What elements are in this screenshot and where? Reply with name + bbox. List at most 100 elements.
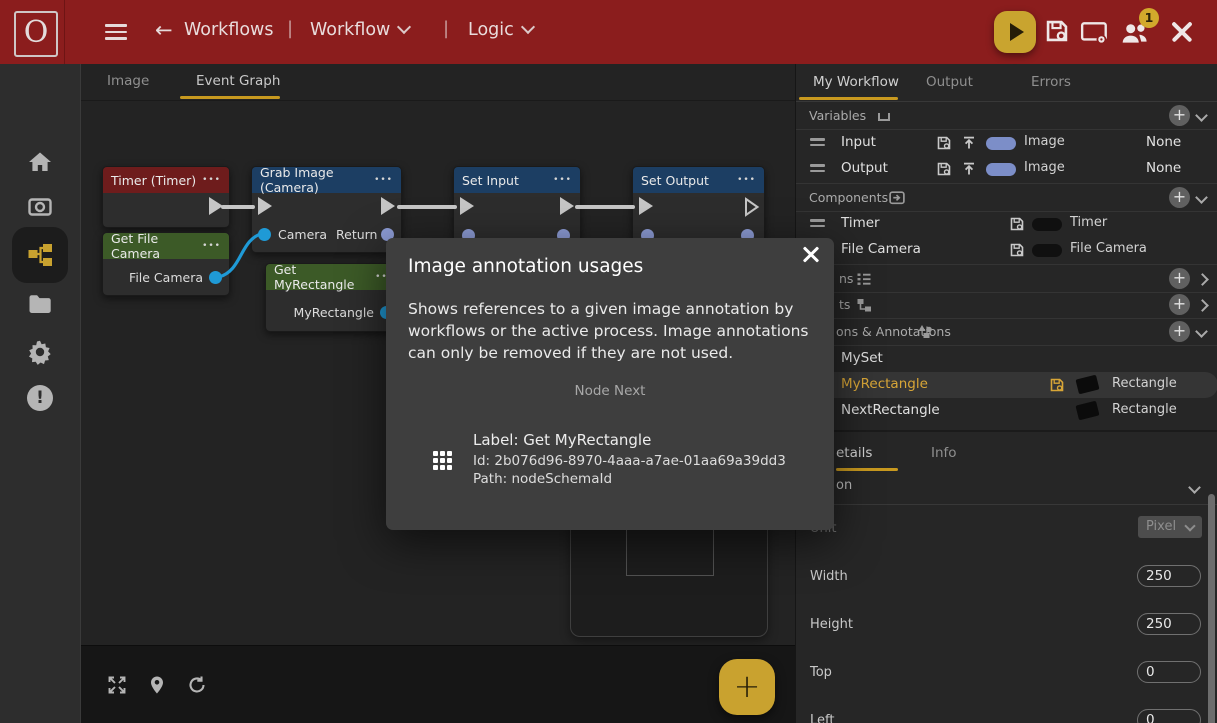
collapse-chevron-icon[interactable]	[1195, 325, 1208, 338]
annotation-row[interactable]: NextRectangle Rectangle	[796, 398, 1217, 424]
tools-close-icon[interactable]	[1170, 20, 1194, 44]
node-get-file-camera[interactable]: Get File Camera••• File Camera	[102, 232, 230, 296]
add-variable-button[interactable]: +	[1169, 105, 1190, 126]
sidebar-item-files-icon[interactable]	[27, 291, 53, 317]
save-link-icon[interactable]	[1049, 377, 1065, 393]
height-input[interactable]	[1137, 613, 1201, 635]
close-icon[interactable]	[800, 244, 822, 266]
exec-out-pin-unconnected[interactable]	[744, 197, 760, 217]
breadcrumb-workflows[interactable]: Workflows	[184, 20, 273, 40]
promote-icon[interactable]	[961, 161, 977, 177]
promote-icon[interactable]	[961, 135, 977, 151]
collapse-chevron-icon[interactable]	[1188, 481, 1201, 494]
section-collapsed-2: ts +	[796, 291, 1217, 319]
variable-value: None	[1146, 134, 1181, 150]
tab-errors[interactable]: Errors	[1031, 74, 1071, 90]
save-link-icon[interactable]	[1009, 216, 1025, 232]
sidebar-item-alerts-icon[interactable]: !	[27, 385, 53, 411]
breadcrumb-workflow-dropdown[interactable]: Workflow	[310, 20, 409, 40]
tab-output[interactable]: Output	[926, 74, 973, 90]
component-row[interactable]: Timer Timer	[796, 211, 1217, 237]
node-menu-icon[interactable]: •••	[202, 175, 221, 185]
left-input[interactable]	[1137, 709, 1201, 723]
tab-my-workflow[interactable]: My Workflow	[813, 74, 899, 90]
exec-out-pin[interactable]	[381, 197, 395, 215]
add-button[interactable]: +	[1169, 294, 1190, 315]
annotation-type: Rectangle	[1112, 376, 1177, 391]
sidebar-item-settings-icon[interactable]	[27, 339, 53, 365]
add-node-button[interactable]: +	[719, 659, 775, 715]
add-button[interactable]: +	[1169, 268, 1190, 289]
canvas-bottom-toolbar: +	[81, 645, 795, 723]
node-menu-icon[interactable]: •••	[737, 175, 756, 185]
collapse-chevron-icon[interactable]	[1195, 109, 1208, 122]
app-logo[interactable]: O	[14, 11, 58, 57]
hamburger-menu-icon[interactable]	[105, 24, 127, 40]
exec-in-pin[interactable]	[258, 197, 272, 215]
sidebar-item-camera-icon[interactable]	[27, 193, 53, 219]
collapse-chevron-icon[interactable]	[1195, 191, 1208, 204]
fit-view-icon[interactable]	[107, 675, 127, 695]
node-timer[interactable]: Timer (Timer) •••	[102, 166, 230, 228]
node-menu-icon[interactable]: •••	[202, 241, 221, 251]
save-link-icon[interactable]	[1044, 18, 1070, 44]
refresh-icon[interactable]	[187, 675, 207, 695]
variable-row[interactable]: Output Image None	[796, 156, 1217, 182]
breadcrumb-logic-dropdown[interactable]: Logic	[468, 20, 533, 40]
add-component-button[interactable]: +	[1169, 187, 1190, 208]
scrollbar[interactable]	[1208, 494, 1215, 723]
node-title: Get MyRectangle	[274, 262, 375, 292]
locate-icon[interactable]	[147, 675, 167, 695]
port-label: Camera	[278, 227, 327, 242]
tab-image[interactable]: Image	[107, 73, 149, 89]
node-get-my-rectangle[interactable]: Get MyRectangle••• MyRectangle	[265, 263, 403, 332]
annotation-row-selected[interactable]: MyRectangle Rectangle	[796, 372, 1217, 398]
node-title: Timer (Timer)	[111, 173, 196, 188]
type-pill	[1032, 244, 1062, 257]
rectangle-shape-icon	[1075, 401, 1099, 421]
divider	[796, 430, 1217, 432]
sidebar-item-workflows-active[interactable]	[12, 227, 68, 283]
unit-select[interactable]: Pixel	[1138, 516, 1202, 538]
variable-row[interactable]: Input Image None	[796, 130, 1217, 156]
section-title-fragment: ts	[839, 297, 850, 312]
wire-timer-to-grab	[221, 205, 255, 209]
tab-event-graph[interactable]: Event Graph	[196, 73, 280, 89]
node-grab-image[interactable]: Grab Image (Camera)••• Camera Return	[251, 166, 402, 253]
exec-in-pin[interactable]	[460, 197, 474, 215]
node-menu-icon[interactable]: •••	[553, 175, 572, 185]
variable-name: Input	[841, 134, 876, 150]
left-label: Left	[810, 713, 834, 723]
wire-setinput-to-setoutput	[575, 205, 635, 209]
dialog-title: Image annotation usages	[408, 256, 643, 277]
expand-chevron-icon[interactable]	[1196, 299, 1209, 312]
component-row[interactable]: File Camera File Camera	[796, 237, 1217, 263]
width-input[interactable]	[1137, 565, 1201, 587]
annotation-set-row[interactable]: MySet	[796, 346, 1217, 372]
save-link-icon[interactable]	[936, 135, 952, 151]
back-arrow-icon[interactable]: ←	[155, 18, 173, 42]
run-workflow-button[interactable]	[994, 11, 1036, 53]
drag-handle-icon[interactable]	[810, 138, 825, 147]
port-in-camera[interactable]	[258, 228, 271, 241]
expand-chevron-icon[interactable]	[1196, 273, 1209, 286]
tab-info[interactable]: Info	[931, 445, 957, 461]
component-name: File Camera	[841, 241, 921, 257]
save-link-icon[interactable]	[936, 161, 952, 177]
save-link-icon[interactable]	[1009, 242, 1025, 258]
drag-handle-icon[interactable]	[810, 219, 825, 228]
sidebar-item-home-icon[interactable]	[27, 149, 53, 175]
node-menu-icon[interactable]: •••	[374, 175, 393, 185]
top-input[interactable]	[1137, 661, 1201, 683]
port-label: File Camera	[129, 270, 203, 285]
exec-out-pin[interactable]	[560, 197, 574, 215]
port-out-file-camera[interactable]	[209, 271, 222, 284]
section-annotations: ons & Annotations +	[796, 318, 1217, 346]
unit-value: Pixel	[1146, 519, 1176, 534]
add-annotation-button[interactable]: +	[1169, 321, 1190, 342]
usage-label: Label: Get MyRectangle	[473, 431, 651, 449]
screen-settings-icon[interactable]	[1080, 20, 1110, 46]
exec-in-pin[interactable]	[639, 197, 653, 215]
tab-details-fragment[interactable]: etails	[836, 445, 872, 461]
drag-handle-icon[interactable]	[810, 164, 825, 173]
